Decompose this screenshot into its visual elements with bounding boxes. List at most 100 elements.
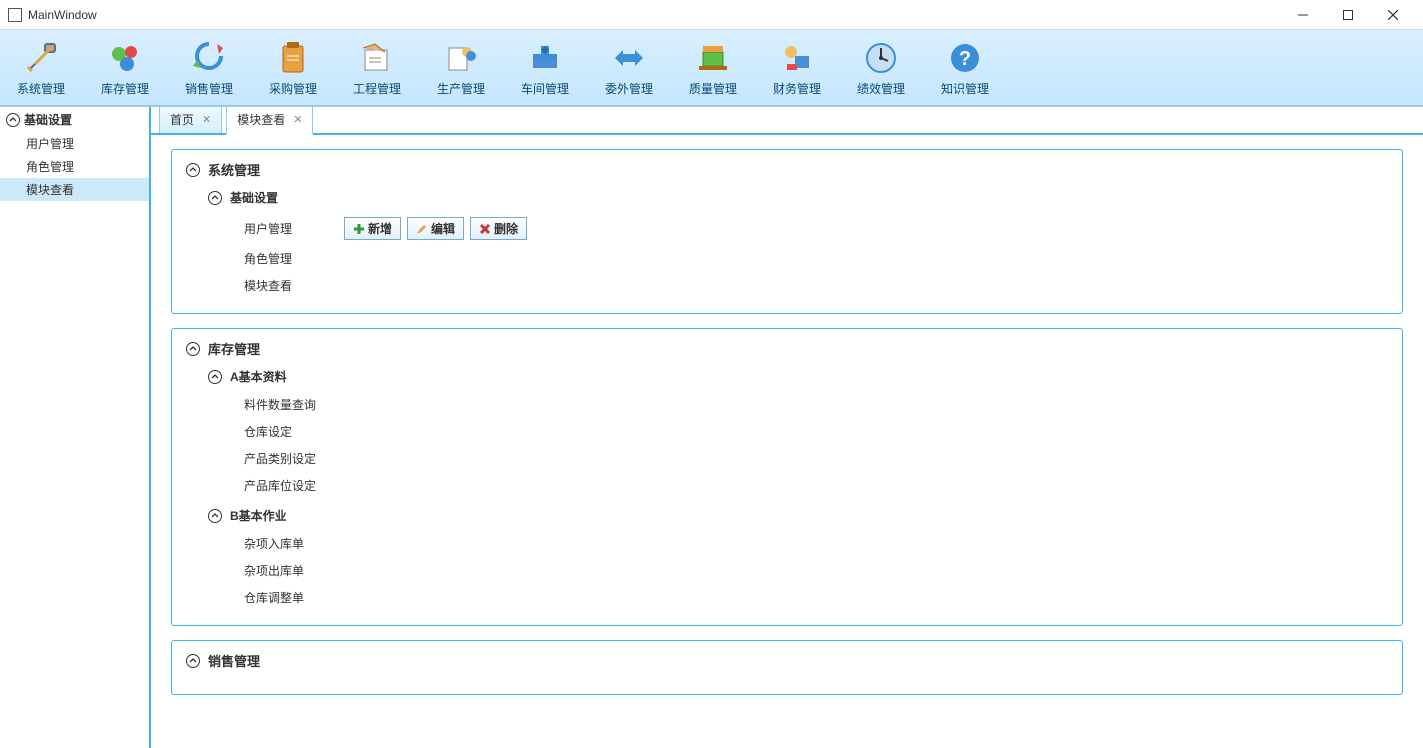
sidebar-item[interactable]: 角色管理: [0, 155, 149, 178]
chevron-up-icon[interactable]: [208, 509, 222, 523]
toolbar-label: 生产管理: [437, 80, 485, 97]
shop-icon: [525, 38, 565, 78]
svg-text:?: ?: [959, 48, 971, 70]
toolbar-item-prod[interactable]: 生产管理: [434, 38, 488, 97]
module-item-row: 产品库位设定: [208, 472, 1388, 499]
module-item-label[interactable]: 用户管理: [244, 220, 344, 237]
module-item-label[interactable]: 仓库调整单: [244, 589, 344, 606]
tab-label: 首页: [170, 111, 194, 128]
sidebar-item[interactable]: 模块查看: [0, 178, 149, 201]
toolbar-item-know[interactable]: ? 知识管理: [938, 38, 992, 97]
sidebar-header[interactable]: 基础设置: [0, 107, 149, 132]
module-item-label[interactable]: 杂项入库单: [244, 535, 344, 552]
edit-button[interactable]: 编辑: [407, 217, 464, 240]
subgroup: B基本作业 杂项入库单 杂项出库单 仓库调整单: [208, 507, 1388, 611]
panel-title[interactable]: 系统管理: [186, 160, 1388, 179]
panel-title[interactable]: 库存管理: [186, 339, 1388, 358]
module-item-row: 模块查看: [208, 272, 1388, 299]
main-toolbar: 系统管理 库存管理 销售管理 采购管理 工程管理 生产管理 车间管理 委外管理 …: [0, 30, 1423, 106]
subgroup-title[interactable]: A基本资料: [208, 368, 1388, 385]
tab[interactable]: 首页 ✕: [159, 107, 222, 133]
subgroup: 基础设置 用户管理 新增 编辑 删除 角色管理 模块查看: [208, 189, 1388, 299]
toolbar-label: 委外管理: [605, 80, 653, 97]
delete-button[interactable]: 删除: [470, 217, 527, 240]
toolbar-label: 系统管理: [17, 80, 65, 97]
toolbar-label: 绩效管理: [857, 80, 905, 97]
cross-icon: [479, 223, 491, 235]
toolbar-item-finance[interactable]: 财务管理: [770, 38, 824, 97]
module-item-row: 仓库调整单: [208, 584, 1388, 611]
main-area: 首页 ✕模块查看 ✕ 系统管理 基础设置 用户管理 新增 编辑 删除 角色管理 …: [151, 107, 1423, 748]
eng-icon: [357, 38, 397, 78]
subgroup-title[interactable]: 基础设置: [208, 189, 1388, 206]
pencil-icon: [416, 223, 428, 235]
toolbar-label: 销售管理: [185, 80, 233, 97]
module-item-label[interactable]: 料件数量查询: [244, 396, 344, 413]
module-item-row: 仓库设定: [208, 418, 1388, 445]
toolbar-item-quality[interactable]: 质量管理: [686, 38, 740, 97]
module-item-label[interactable]: 模块查看: [244, 277, 344, 294]
toolbar-item-shop[interactable]: 车间管理: [518, 38, 572, 97]
toolbar-label: 库存管理: [101, 80, 149, 97]
tab-label: 模块查看: [237, 111, 285, 128]
close-button[interactable]: [1370, 1, 1415, 29]
chevron-up-icon[interactable]: [186, 163, 200, 177]
quality-icon: [693, 38, 733, 78]
window-title: MainWindow: [28, 8, 1280, 22]
sidebar-item[interactable]: 用户管理: [0, 132, 149, 155]
sys-icon: [21, 38, 61, 78]
chevron-up-icon[interactable]: [186, 342, 200, 356]
toolbar-item-purchase[interactable]: 采购管理: [266, 38, 320, 97]
purchase-icon: [273, 38, 313, 78]
module-item-label[interactable]: 杂项出库单: [244, 562, 344, 579]
module-item-row: 料件数量查询: [208, 391, 1388, 418]
tabbar: 首页 ✕模块查看 ✕: [151, 107, 1423, 135]
toolbar-item-sales[interactable]: 销售管理: [182, 38, 236, 97]
module-item-row: 角色管理: [208, 245, 1388, 272]
panel-title[interactable]: 销售管理: [186, 651, 1388, 670]
chevron-up-icon[interactable]: [186, 654, 200, 668]
window-controls: [1280, 1, 1415, 29]
toolbar-label: 车间管理: [521, 80, 569, 97]
module-panel: 系统管理 基础设置 用户管理 新增 编辑 删除 角色管理 模块查看: [171, 149, 1403, 314]
toolbar-label: 财务管理: [773, 80, 821, 97]
toolbar-item-perf[interactable]: 绩效管理: [854, 38, 908, 97]
finance-icon: [777, 38, 817, 78]
sidebar: 基础设置 用户管理角色管理模块查看: [0, 107, 151, 748]
module-item-label[interactable]: 产品类别设定: [244, 450, 344, 467]
chevron-up-icon[interactable]: [208, 370, 222, 384]
chevron-up-icon[interactable]: [6, 113, 20, 127]
subgroup-title[interactable]: B基本作业: [208, 507, 1388, 524]
toolbar-item-inv[interactable]: 库存管理: [98, 38, 152, 97]
outsrc-icon: [609, 38, 649, 78]
module-item-row: 用户管理 新增 编辑 删除: [208, 212, 1388, 245]
plus-icon: [353, 223, 365, 235]
module-item-row: 杂项入库单: [208, 530, 1388, 557]
inv-icon: [105, 38, 145, 78]
toolbar-item-eng[interactable]: 工程管理: [350, 38, 404, 97]
module-item-label[interactable]: 角色管理: [244, 250, 344, 267]
module-item-row: 产品类别设定: [208, 445, 1388, 472]
sidebar-header-label: 基础设置: [24, 111, 72, 128]
toolbar-label: 知识管理: [941, 80, 989, 97]
sales-icon: [189, 38, 229, 78]
module-item-label[interactable]: 仓库设定: [244, 423, 344, 440]
tab-close-icon[interactable]: ✕: [293, 113, 302, 126]
content-area: 系统管理 基础设置 用户管理 新增 编辑 删除 角色管理 模块查看库存管理 A基…: [151, 135, 1423, 748]
add-button[interactable]: 新增: [344, 217, 401, 240]
subgroup: A基本资料 料件数量查询 仓库设定 产品类别设定 产品库位设定: [208, 368, 1388, 499]
toolbar-item-outsrc[interactable]: 委外管理: [602, 38, 656, 97]
prod-icon: [441, 38, 481, 78]
action-button-row: 新增 编辑 删除: [344, 217, 527, 240]
minimize-button[interactable]: [1280, 1, 1325, 29]
chevron-up-icon[interactable]: [208, 191, 222, 205]
perf-icon: [861, 38, 901, 78]
titlebar: MainWindow: [0, 0, 1423, 30]
toolbar-label: 工程管理: [353, 80, 401, 97]
tab[interactable]: 模块查看 ✕: [226, 107, 313, 135]
tab-close-icon[interactable]: ✕: [202, 113, 211, 126]
maximize-button[interactable]: [1325, 1, 1370, 29]
toolbar-item-sys[interactable]: 系统管理: [14, 38, 68, 97]
module-item-label[interactable]: 产品库位设定: [244, 477, 344, 494]
toolbar-label: 质量管理: [689, 80, 737, 97]
